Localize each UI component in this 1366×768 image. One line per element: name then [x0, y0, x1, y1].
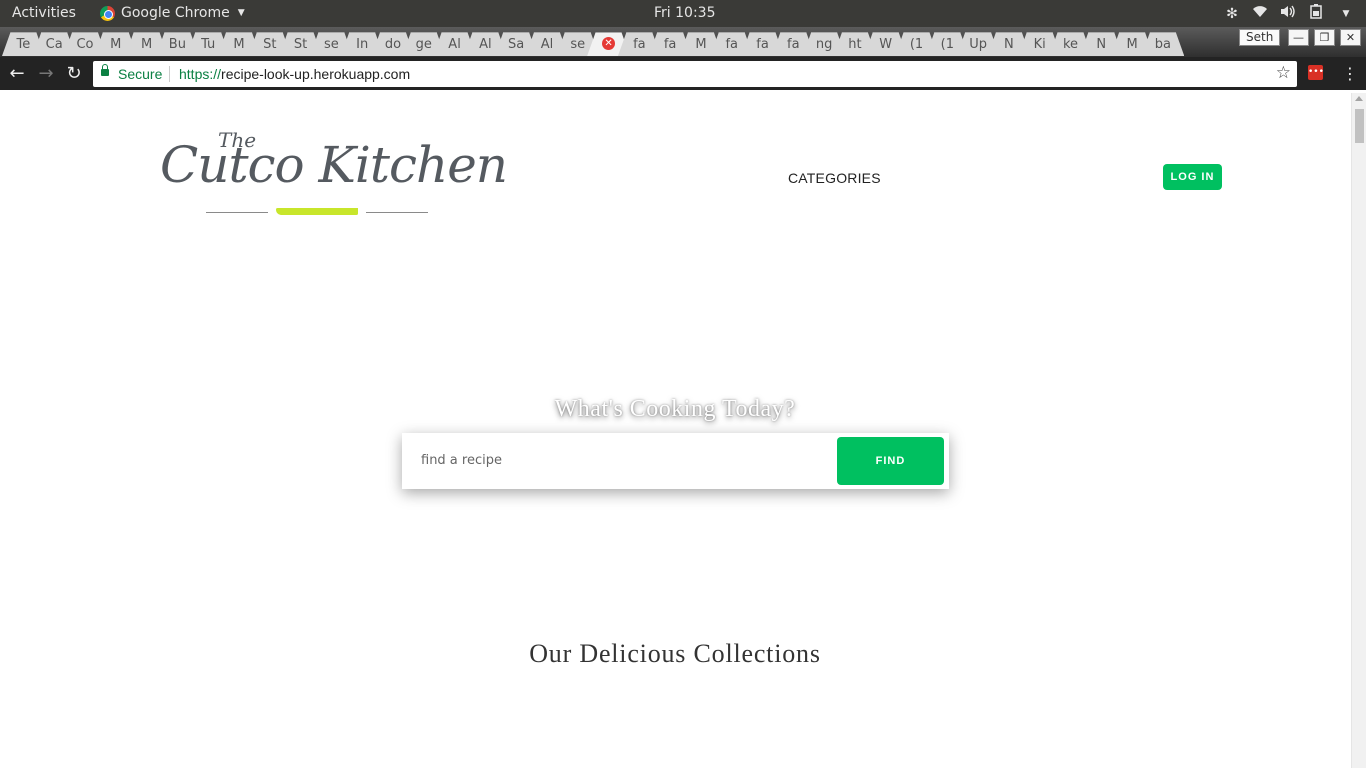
battery-icon[interactable] [1308, 4, 1324, 23]
tab-title: M [1126, 37, 1138, 52]
browser-tab[interactable]: ba [1147, 32, 1178, 56]
tab-title: (1 [909, 37, 924, 52]
url-scheme: https:// [179, 66, 222, 82]
tab-title: Al [479, 37, 492, 52]
collections-heading: Our Delicious Collections [529, 639, 821, 668]
tab-title: Te [16, 37, 31, 52]
app-menu[interactable]: Google Chrome ▼ [100, 5, 245, 21]
error-icon: ✕ [602, 37, 616, 50]
system-tray[interactable]: ✻ ▼ [1224, 4, 1354, 23]
logo-rule-left [206, 212, 268, 213]
tab-title: M [695, 37, 707, 52]
lock-icon[interactable] [101, 64, 109, 76]
divider [169, 66, 170, 82]
clock[interactable]: Fri 10:35 [654, 5, 715, 21]
tab-title: W [879, 37, 893, 52]
tab-title: fa [725, 37, 738, 52]
tab-list: Te Ca Co M M Bu Tu M St St se In do ge Al Al Sa Al se ✕ fa fa… [8, 30, 1178, 57]
tab-title: St [263, 37, 277, 52]
tab-title: M [110, 37, 122, 52]
profile-button[interactable]: Seth [1239, 29, 1281, 46]
address-bar[interactable]: Secure https://recipe-look-up.herokuapp.… [93, 61, 1297, 87]
scroll-up-icon[interactable] [1355, 96, 1363, 101]
tab-title: fa [756, 37, 769, 52]
login-button[interactable]: LOG IN [1163, 164, 1222, 190]
tab-title: ba [1154, 37, 1171, 52]
extension-icon[interactable]: ••• [1308, 65, 1324, 80]
tab-title: N [1004, 37, 1014, 52]
tab-title: fa [787, 37, 800, 52]
tab-title: Ca [45, 37, 63, 52]
tab-title: fa [663, 37, 677, 52]
wifi-icon[interactable] [1252, 5, 1268, 22]
tab-title: Al [540, 37, 554, 52]
volume-icon[interactable] [1280, 5, 1296, 22]
tab-title: se [570, 37, 586, 52]
tab-title: Sa [508, 37, 525, 52]
tab-title: se [323, 37, 339, 52]
recipe-search-input[interactable] [410, 441, 830, 479]
app-name: Google Chrome [121, 5, 230, 21]
nav-categories-link[interactable]: CATEGORIES [788, 170, 881, 186]
scrollbar-thumb[interactable] [1355, 109, 1364, 143]
tab-title: fa [633, 37, 646, 52]
forward-icon[interactable]: → [35, 63, 57, 85]
tab-title: N [1096, 37, 1107, 52]
minimize-icon[interactable]: — [1288, 29, 1309, 46]
logo-rule-right [366, 212, 428, 213]
hero-title: What's Cooking Today? [554, 396, 796, 422]
tab-title: ng [815, 37, 833, 52]
tab-title: M [140, 37, 153, 52]
reload-icon[interactable]: ↻ [63, 63, 85, 85]
page-scrollbar[interactable] [1351, 93, 1366, 768]
tab-title: (1 [940, 37, 954, 52]
restore-icon[interactable]: ❐ [1314, 29, 1335, 46]
tab-title: Ki [1033, 37, 1046, 52]
tab-title: Up [969, 37, 987, 52]
search-form: FIND [402, 433, 949, 489]
tab-title: Al [448, 37, 461, 52]
tab-title: ke [1062, 37, 1079, 52]
bookmark-star-icon[interactable]: ☆ [1276, 63, 1291, 83]
back-icon[interactable]: ← [6, 63, 28, 85]
knife-icon [276, 208, 358, 215]
tab-title: do [384, 37, 402, 52]
url-host: recipe-look-up.herokuapp.com [221, 66, 411, 82]
chrome-icon [100, 5, 115, 21]
tab-title: Bu [168, 37, 186, 52]
page-viewport: The Cutco Kitchen CATEGORIES LOG IN What… [0, 93, 1366, 768]
site-logo[interactable]: The Cutco Kitchen [160, 128, 508, 223]
chevron-down-icon[interactable]: ▼ [1338, 9, 1354, 19]
tab-title: St [293, 37, 308, 52]
secure-label[interactable]: Secure [118, 66, 162, 82]
settings-icon[interactable]: ✻ [1224, 6, 1240, 22]
tab-strip: Te Ca Co M M Bu Tu M St St se In do ge Al Al Sa Al se ✕ fa fa… [0, 27, 1366, 57]
chevron-down-icon: ▼ [237, 8, 245, 18]
tab-title: In [356, 37, 369, 52]
tab-title: ht [848, 37, 862, 52]
tab-title: ge [415, 37, 432, 52]
find-button[interactable]: FIND [837, 437, 944, 485]
logo-name-text: Cutco Kitchen [160, 136, 508, 194]
activities-button[interactable]: Activities [12, 5, 76, 21]
tab-title: M [233, 37, 245, 52]
browser-menu-icon[interactable]: ⋮ [1342, 63, 1358, 85]
url-text[interactable]: https://recipe-look-up.herokuapp.com [179, 66, 410, 82]
system-top-bar: Activities Google Chrome ▼ Fri 10:35 ✻ ▼ [0, 0, 1366, 27]
browser-toolbar: ← → ↻ Secure https://recipe-look-up.hero… [0, 57, 1366, 90]
close-icon[interactable]: ✕ [1340, 29, 1361, 46]
tab-title: Co [76, 37, 94, 52]
tab-title: Tu [201, 37, 216, 52]
